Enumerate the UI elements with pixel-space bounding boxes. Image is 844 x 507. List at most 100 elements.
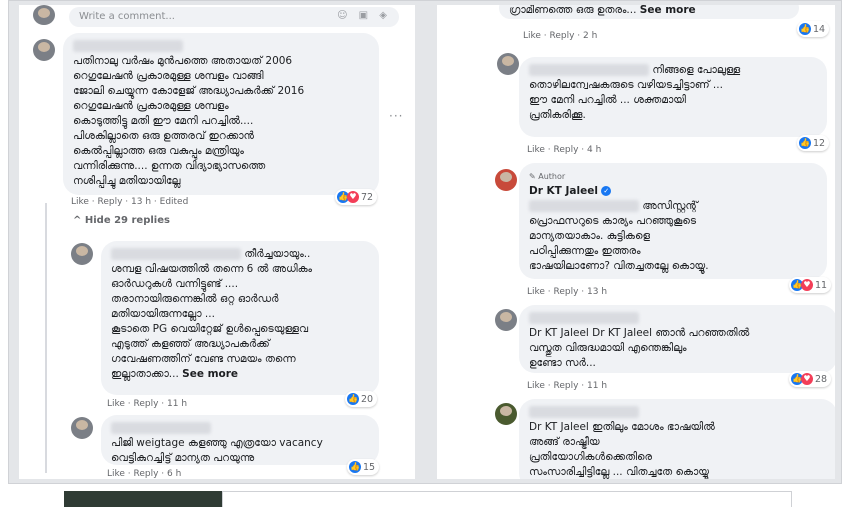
blurred-name — [111, 248, 241, 260]
avatar — [71, 417, 93, 439]
comment-bubble: ഗ്രാമീണത്തെ ഒരു ഉതരം... See more — [499, 5, 799, 19]
comment-line: എടുത്ത് കളഞ്ഞ് അദ്ധ്യാപകർക്ക് — [111, 338, 270, 350]
comment-line: ഭാഷയിലാണോ? വിതച്ചതല്ലേ കൊയ്യൂ. — [529, 260, 709, 272]
avatar — [495, 403, 517, 425]
reaction-count[interactable]: 👍 ♥ 72 — [335, 189, 378, 205]
comment-line: ഓർഡറുകൾ വന്നിട്ടുണ്ട് .... — [111, 278, 239, 290]
comment-meta[interactable]: Like · Reply · 11 h — [107, 399, 187, 409]
comment-line: പ്രൊഫസറുടെ കാര്യം പറഞ്ഞുകൂടെ — [529, 215, 697, 227]
comment-line: റെഗുലേഷൻ പ്രകാരമുള്ള ശമ്പളം വാങ്ങി — [73, 70, 264, 82]
comment-line: ഇല്ലാതാക്കാ... — [111, 368, 179, 380]
comment-line: Dr KT Jaleel ഇതിലും മോശം ഭാഷയിൽ — [529, 421, 715, 433]
more-options-icon[interactable]: ··· — [389, 109, 403, 123]
comment-line: തരാനായിരുന്നെങ്കിൽ ഒറ്റ ഓർഡർ — [111, 293, 279, 305]
comment-bubble: Dr KT Jaleel Dr KT Jaleel ഞാൻ പറഞ്ഞതിൽ വ… — [519, 305, 835, 373]
blurred-name — [529, 312, 639, 324]
reaction-number: 15 — [363, 461, 376, 473]
avatar — [71, 243, 93, 265]
comment-line: ഉണ്ടോ സർ... — [529, 357, 596, 369]
comment-meta[interactable]: Like · Reply · 13 h — [527, 287, 607, 297]
comments-panel-left: Write a comment... ☺ ▣ ◈ പതിനാലു വർഷം മു… — [19, 5, 415, 479]
reaction-count[interactable]: 👍 15 — [347, 459, 380, 475]
comment-line: നിങ്ങളെ പോലുള്ള — [652, 64, 741, 76]
comment-line: കൊടുത്തിട്ടു മതി ഈ മേനി പറച്ചിൽ.... — [73, 115, 254, 127]
see-more-link[interactable]: See more — [182, 368, 238, 380]
comment-line: പ്രതിയോഗികൾക്കെതിരെ — [529, 451, 653, 463]
comment-line: വെട്ടികുറച്ചിട്ട് മാന്യത പറയുന്നു — [111, 452, 255, 464]
like-icon: 👍 — [347, 393, 359, 405]
reaction-count[interactable]: 👍 12 — [797, 135, 830, 151]
comment-line: തീർച്ചയായും.. — [244, 248, 311, 260]
comment-line: നശിപ്പിച്ചു മതിയായില്ലേ — [73, 175, 181, 187]
reaction-number: 11 — [815, 279, 828, 291]
comment-meta[interactable]: Like · Reply · 2 h — [523, 31, 597, 41]
comment-line: കെൽപ്പില്ലാത്ത ഒരു വകുപ്പും മന്ത്രിയും — [73, 145, 244, 157]
author-tag-label: Author — [538, 172, 566, 181]
reaction-number: 28 — [815, 373, 828, 385]
like-icon: 👍 — [799, 137, 811, 149]
comment-line: ഗവേഷണത്തിന് വേണ്ട സമയം തന്നെ — [111, 353, 296, 365]
comment-meta[interactable]: Like · Reply · 11 h — [527, 381, 607, 391]
comment-line: ശമ്പള വിഷയത്തിൽ തന്നെ 6 ൽ അധികം — [111, 263, 313, 275]
emoji-icon[interactable]: ☺ ▣ ◈ — [337, 10, 391, 21]
reaction-number: 12 — [813, 137, 826, 149]
comment-bubble: നിങ്ങളെ പോലുള്ള തൊഴിലന്വേഷകരുടെ വഴിയടച്ച… — [519, 57, 827, 137]
blurred-name — [111, 422, 211, 434]
blurred-name — [73, 40, 183, 52]
comment-line: ഈ മേനി പറച്ചിൽ ... ശക്തമായി — [529, 94, 686, 106]
write-comment-input[interactable]: Write a comment... ☺ ▣ ◈ — [69, 7, 399, 27]
comment-line: പതിനാലു വർഷം മുൻപത്തെ അതായത് 2006 — [73, 55, 293, 67]
hide-replies-link[interactable]: ^ Hide 29 replies — [73, 215, 170, 226]
comment-line: Dr KT Jaleel Dr KT Jaleel ഞാൻ പറഞ്ഞതിൽ — [529, 327, 750, 339]
comment-meta[interactable]: Like · Reply · 4 h — [527, 145, 601, 155]
comment-line: ജോലി ചെയ്യുന്ന കോളേജ് അദ്ധ്യാപകർക്ക് 201… — [73, 85, 305, 97]
reaction-number: 72 — [361, 191, 374, 203]
avatar — [33, 5, 55, 25]
reaction-count[interactable]: 👍 ♥ 11 — [789, 277, 832, 293]
avatar — [495, 309, 517, 331]
love-icon: ♥ — [347, 191, 359, 203]
see-more-link[interactable]: See more — [640, 5, 696, 16]
thumbnail-image — [64, 491, 222, 507]
author-comment-bubble: ✎ Author Dr KT Jaleel ✓ അസിസ്റ്റന്റ് പ്ര… — [519, 163, 827, 279]
comment-bubble: പതിനാലു വർഷം മുൻപത്തെ അതായത് 2006 റെഗുലേ… — [63, 33, 379, 195]
comment-line: മതിയായിരുന്നല്ലോ ... — [111, 308, 215, 320]
comment-line: അങ്ങ് രാഷ്ട്രീയ — [529, 436, 600, 448]
reaction-number: 14 — [813, 23, 826, 35]
comment-line: അസിസ്റ്റന്റ് — [642, 200, 698, 212]
commenter-name[interactable]: Dr KT Jaleel — [529, 185, 598, 197]
blurred-name — [529, 406, 639, 418]
reply-bubble: പിജി weigtage കളഞ്ഞു എത്രയോ vacancy വെട്… — [101, 415, 379, 465]
comment-line: വസ്തുത വിരുദ്ധമായി എന്തെങ്കിലും — [529, 342, 687, 354]
like-icon: 👍 — [799, 23, 811, 35]
avatar — [495, 169, 517, 191]
comment-meta[interactable]: Like · Reply · 6 h — [107, 469, 181, 479]
screenshot-frame: Write a comment... ☺ ▣ ◈ പതിനാലു വർഷം മു… — [8, 0, 842, 484]
love-icon: ♥ — [801, 279, 813, 291]
comments-panel-right: ഗ്രാമീണത്തെ ഒരു ഉതരം... See more 👍 14 Li… — [437, 5, 835, 479]
comment-meta[interactable]: Like · Reply · 13 h · Edited — [71, 197, 188, 207]
comment-bubble: Dr KT Jaleel ഇതിലും മോശം ഭാഷയിൽ അങ്ങ് രാ… — [519, 399, 835, 479]
like-icon: 👍 — [349, 461, 361, 473]
love-icon: ♥ — [801, 373, 813, 385]
comment-line: റെഗുലേഷൻ പ്രകാരമുള്ള ശമ്പളം — [73, 100, 229, 112]
reaction-count[interactable]: 👍 14 — [797, 21, 830, 37]
comment-line: സംസാരിച്ചിട്ടില്ലേ ... വിതച്ചതേ കൊയ്യൂ — [529, 466, 709, 478]
verified-icon: ✓ — [601, 186, 612, 196]
content-card — [222, 491, 792, 507]
comment-line: വന്നിരിക്കുന്നു.... ഉന്നത വിദ്യാഭ്യാസത്ത… — [73, 160, 266, 172]
avatar — [33, 39, 55, 61]
avatar — [497, 53, 519, 75]
thread-line — [45, 203, 47, 473]
reaction-count[interactable]: 👍 ♥ 28 — [789, 371, 832, 387]
comment-line: പിശകില്ലാതെ ഒരു ഉത്തരവ് ഇറക്കാൻ — [73, 130, 254, 142]
comment-line: ഗ്രാമീണത്തെ ഒരു ഉതരം... — [509, 5, 637, 16]
comment-line: പ്രതികരിക്കൂ. — [529, 109, 586, 121]
blurred-name — [529, 200, 639, 212]
comment-line: മാന്യതയാകാം. കുട്ടികളെ — [529, 230, 650, 242]
comment-line: പഠിപ്പിക്കുന്നതും ഇത്തരം — [529, 245, 641, 257]
comment-line: പിജി weigtage കളഞ്ഞു എത്രയോ vacancy — [111, 437, 323, 449]
comment-line: തൊഴിലന്വേഷകരുടെ വഴിയടച്ചിട്ടാണ് ... — [529, 79, 723, 91]
reaction-count[interactable]: 👍 20 — [345, 391, 378, 407]
reaction-number: 20 — [361, 393, 374, 405]
